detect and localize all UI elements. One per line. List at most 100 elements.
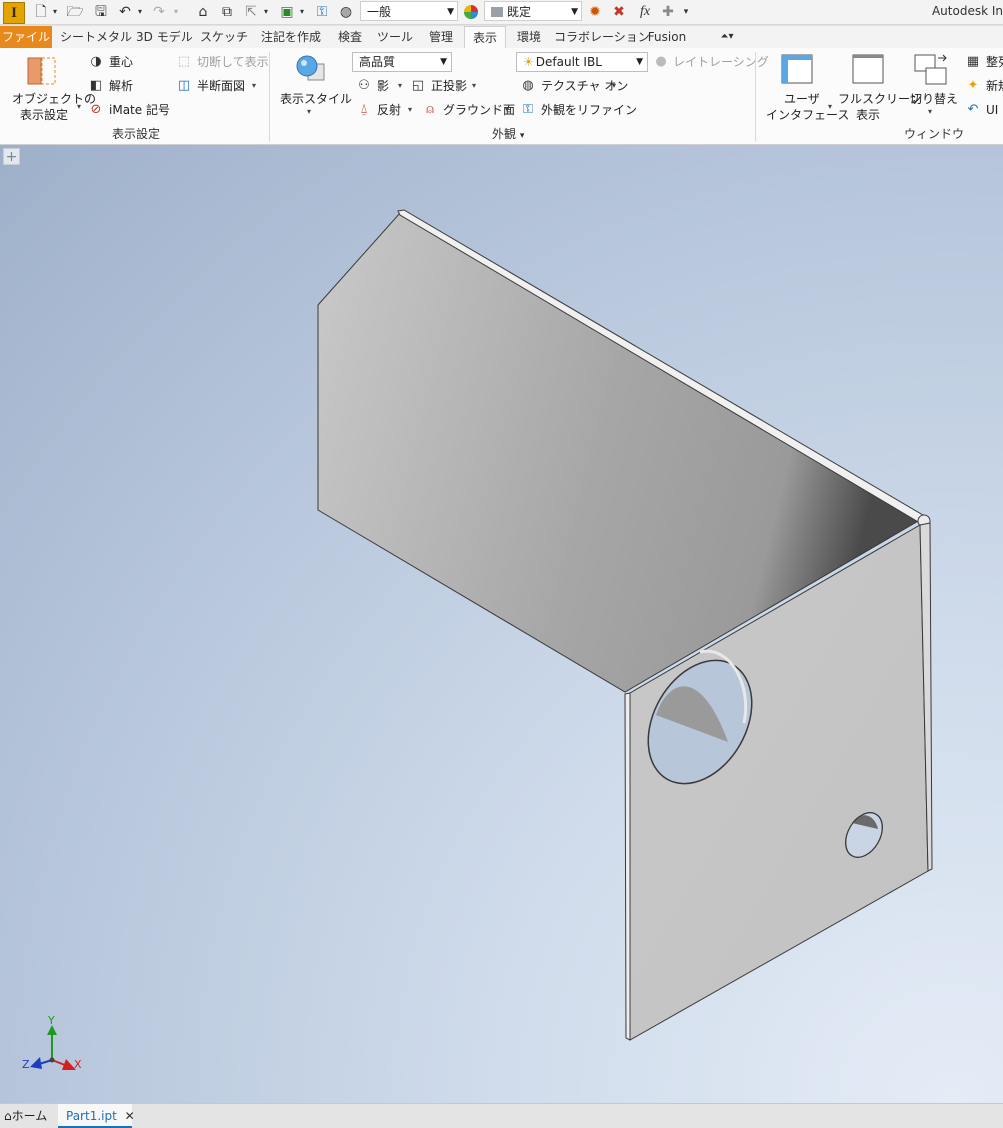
half-section-view-button[interactable]: 半断面図 (197, 79, 245, 93)
shadows-button[interactable]: 影 (377, 79, 389, 93)
switch-window-label: 切り替え (910, 92, 959, 106)
sun-icon: ☀ (523, 55, 534, 69)
imate-glyphs-button[interactable]: iMate 記号 (109, 103, 170, 117)
switch-window-button[interactable]: 切り替え ▾ (906, 52, 958, 122)
user-interface-button[interactable]: ユーザ インタフェース ▾ (764, 52, 849, 122)
tab-environments[interactable]: 環境 (512, 26, 546, 48)
chevron-down-icon[interactable]: ▾ (398, 81, 402, 90)
object-visibility-label-2: 表示設定 (20, 108, 69, 122)
chevron-down-icon[interactable]: ▾ (408, 105, 412, 114)
ui-reset-button[interactable]: UI (986, 103, 998, 117)
add-icon[interactable]: ✚ (660, 3, 676, 21)
home-view-icon[interactable]: ⌂ (194, 3, 212, 21)
chevron-down-icon: ▼ (571, 7, 578, 17)
triad-x-label: X (74, 1058, 82, 1071)
quality-dropdown[interactable]: 高品質 ▼ (352, 52, 452, 72)
visual-style-button[interactable]: 表示スタイル ▾ (278, 52, 352, 122)
part1-tab[interactable]: Part1.ipt ✕ (58, 1104, 135, 1128)
material-icon[interactable]: ▣ (278, 3, 296, 21)
customize-qat-icon[interactable]: ▾ (680, 3, 692, 21)
tab-sketch[interactable]: スケッチ (200, 26, 248, 48)
object-visibility-label: オブジェクトの (12, 92, 97, 106)
visual-style-icon (296, 55, 325, 81)
undo-icon[interactable]: ↶ (116, 3, 134, 21)
quick-access-toolbar: I 🗋 ▾ 🗁 🖫 ↶ ▾ ↷ ▾ ⌂ ⧉ ⇱ ▾ ▣ ▾ ⚿ ◍ 一般 ▼ 既… (0, 0, 1003, 25)
tab-sheet-metal[interactable]: シートメタル (60, 26, 132, 48)
color-wheel-icon[interactable] (462, 3, 480, 21)
switch-window-icon (914, 54, 947, 85)
new-dropdown-arrow[interactable]: ▾ (51, 3, 59, 21)
orthographic-button[interactable]: 正投影 (431, 79, 467, 93)
chevron-down-icon: ▼ (440, 57, 447, 67)
reflections-button[interactable]: 反射 (377, 103, 401, 117)
tab-annotate[interactable]: 注記を作成 (256, 26, 326, 48)
copy-icon[interactable]: ⧉ (218, 3, 236, 21)
chevron-down-icon: ▾ (928, 107, 933, 116)
style-dropdown[interactable]: 一般 ▼ (360, 1, 458, 21)
ribbon-minimize-toggle-icon[interactable]: ⏶▾ (712, 26, 742, 48)
refine-appearance-icon: ⚿ (523, 102, 533, 117)
user-interface-label: ユーザ (784, 92, 820, 106)
chevron-down-icon: ▼ (447, 7, 454, 17)
inventor-logo[interactable]: I (3, 2, 25, 24)
clear-appearance-icon[interactable]: ✖ (610, 3, 628, 21)
center-of-gravity-button[interactable]: 重心 (109, 55, 133, 69)
chevron-down-icon[interactable]: ▾ (505, 105, 509, 114)
chevron-down-icon[interactable]: ▾ (472, 81, 476, 90)
appearance-dropdown[interactable]: 既定 ▼ (484, 1, 582, 21)
visibility-group-label: 表示設定 (112, 127, 161, 141)
style-dropdown-value: 一般 (367, 5, 392, 19)
ibl-dropdown[interactable]: ☀ Default IBL ▼ (516, 52, 648, 72)
reflection-icon: ⍙ (360, 102, 368, 117)
new-window-icon: ✦ (967, 78, 979, 93)
appearance-override-icon[interactable]: ⚿ (313, 3, 331, 21)
tab-tools[interactable]: ツール (374, 26, 416, 48)
ui-reset-icon: ↶ (967, 102, 979, 117)
tab-view[interactable]: 表示 (464, 26, 506, 49)
select-dropdown-arrow[interactable]: ▾ (262, 3, 270, 21)
appearance-group-label-text: 外観 (492, 127, 517, 141)
half-section-icon: ◫ (177, 78, 191, 93)
open-folder-icon[interactable]: 🗁 (66, 3, 84, 21)
part1-tab-label: Part1.ipt (66, 1109, 117, 1123)
arrange-icon: ▦ (966, 54, 980, 69)
arrange-button[interactable]: 整列 (986, 55, 1003, 69)
close-icon[interactable]: ✕ (125, 1109, 135, 1123)
chevron-down-icon[interactable]: ▾ (252, 81, 256, 90)
redo-icon[interactable]: ↷ (150, 3, 168, 21)
ground-plane-icon: ⍝ (426, 102, 434, 117)
tab-inspect[interactable]: 検査 (334, 26, 366, 48)
tab-file[interactable]: ファイル (0, 26, 52, 48)
redo-dropdown-arrow[interactable]: ▾ (172, 3, 180, 21)
object-visibility-button[interactable]: オブジェクトの 表示設定 ▾ (10, 52, 96, 122)
chevron-down-icon: ▾ (828, 102, 833, 111)
undo-dropdown-arrow[interactable]: ▾ (136, 3, 144, 21)
full-screen-button[interactable]: フルスクリーン 表示 (836, 52, 921, 122)
texture-icon[interactable]: ◍ (337, 3, 355, 21)
new-file-icon[interactable]: 🗋 (32, 3, 50, 21)
sheet-metal-part[interactable] (0, 145, 1003, 1103)
full-screen-label-2: 表示 (856, 108, 881, 122)
tab-fusion[interactable]: Fusion (646, 26, 688, 48)
analysis-button[interactable]: 解析 (109, 79, 133, 93)
document-tab-bar: ⌂ホーム Part1.ipt ✕ (0, 1103, 1003, 1128)
chevron-down-icon[interactable]: ▾ (612, 81, 616, 90)
chevron-down-icon[interactable]: ▾ (520, 131, 525, 141)
graphics-viewport[interactable]: + Y X Z (0, 145, 1003, 1103)
chevron-down-icon: ▾ (307, 107, 312, 116)
adjust-appearance-icon[interactable]: ✹ (586, 3, 604, 21)
refine-appearance-button[interactable]: 外観をリファイン (541, 103, 637, 117)
select-icon[interactable]: ⇱ (242, 3, 260, 21)
tab-manage[interactable]: 管理 (424, 26, 458, 48)
home-tab[interactable]: ⌂ホーム (4, 1104, 58, 1128)
material-dropdown-arrow[interactable]: ▾ (298, 3, 306, 21)
parameters-fx-icon[interactable]: fx (634, 3, 656, 21)
tab-3d-model[interactable]: 3D モデル (136, 26, 193, 48)
save-icon[interactable]: 🖫 (92, 3, 110, 21)
chevron-down-icon: ▼ (636, 57, 643, 67)
slice-graphics-button[interactable]: 切断して表示 (197, 55, 269, 69)
tab-collaborate[interactable]: コラボレーション (554, 26, 650, 48)
user-interface-icon (781, 54, 813, 84)
section-cut-icon: ⬚ (177, 54, 191, 69)
new-window-button[interactable]: 新規 (986, 79, 1003, 93)
